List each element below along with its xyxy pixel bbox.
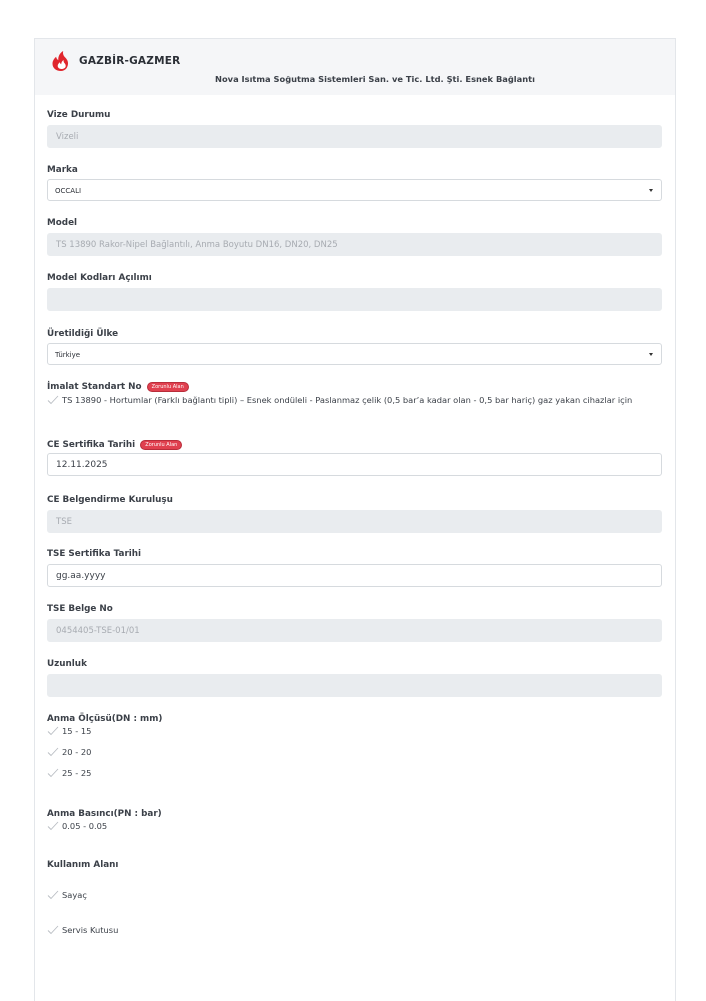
anma-olcu-option[interactable]: 25 - 25 bbox=[47, 768, 662, 779]
imalat-field: İmalat Standart No Zorunlu Alan TS 13890… bbox=[47, 382, 662, 406]
chevron-down-icon bbox=[649, 353, 653, 356]
tse-tarih-label: TSE Sertifika Tarihi bbox=[47, 549, 142, 559]
anma-basinc-option-label: 0.05 - 0.05 bbox=[62, 821, 108, 831]
ulke-field: Üretildiği Ülke Türkiye bbox=[47, 329, 662, 365]
form-panel: GAZBİR-GAZMER Nova Isıtma Soğutma Sistem… bbox=[34, 38, 676, 1001]
chevron-down-icon bbox=[649, 189, 653, 192]
kullanim-option-label: Sayaç bbox=[62, 890, 87, 900]
ulke-label: Üretildiği Ülke bbox=[47, 329, 119, 339]
anma-olcu-label: Anma Ölçüsü(DN : mm) bbox=[47, 714, 163, 724]
imalat-option-label: TS 13890 - Hortumlar (Farklı bağlantı ti… bbox=[62, 395, 633, 405]
check-icon bbox=[47, 726, 59, 736]
marka-select[interactable]: OCCALI bbox=[47, 179, 662, 201]
check-icon bbox=[47, 821, 59, 831]
anma-olcu-option-label: 20 - 20 bbox=[62, 747, 92, 757]
anma-olcu-option[interactable]: 15 - 15 bbox=[47, 726, 662, 737]
uzunluk-input bbox=[47, 674, 662, 697]
tse-tarih-input[interactable]: gg.aa.yyyy bbox=[47, 564, 662, 587]
tse-no-field: TSE Belge No 0454405-TSE-01/01 bbox=[47, 604, 662, 642]
ce-tarih-field: CE Sertifika Tarihi Zorunlu Alan 12.11.2… bbox=[47, 440, 662, 476]
form-header: GAZBİR-GAZMER Nova Isıtma Soğutma Sistem… bbox=[35, 39, 675, 95]
ulke-select[interactable]: Türkiye bbox=[47, 343, 662, 365]
flame-icon bbox=[52, 51, 68, 71]
tse-no-input: 0454405-TSE-01/01 bbox=[47, 619, 662, 642]
check-icon bbox=[47, 747, 59, 757]
ulke-selected-value: Türkiye bbox=[55, 351, 81, 359]
marka-selected-value: OCCALI bbox=[55, 187, 82, 195]
ce-tarih-label: CE Sertifika Tarihi bbox=[47, 440, 136, 450]
model-kod-label: Model Kodları Açılımı bbox=[47, 273, 152, 283]
uzunluk-field: Uzunluk bbox=[47, 659, 662, 697]
kullanim-label: Kullanım Alanı bbox=[47, 860, 119, 870]
model-field: Model TS 13890 Rakor-Nipel Bağlantılı, A… bbox=[47, 218, 662, 256]
model-kod-input bbox=[47, 288, 662, 311]
check-icon bbox=[47, 768, 59, 778]
brand-name: GAZBİR-GAZMER bbox=[79, 55, 181, 67]
uzunluk-label: Uzunluk bbox=[47, 659, 87, 669]
marka-field: Marka OCCALI bbox=[47, 165, 662, 201]
kullanim-field: Kullanım Alanı Sayaç Servis Kutusu bbox=[47, 860, 662, 936]
anma-basinc-option[interactable]: 0.05 - 0.05 bbox=[47, 821, 662, 832]
anma-olcu-option-label: 15 - 15 bbox=[62, 726, 92, 736]
kullanim-option[interactable]: Sayaç bbox=[47, 890, 662, 901]
tse-no-label: TSE Belge No bbox=[47, 604, 113, 614]
required-badge: Zorunlu Alan bbox=[146, 382, 189, 392]
model-kod-field: Model Kodları Açılımı bbox=[47, 273, 662, 311]
tse-tarih-field: TSE Sertifika Tarihi gg.aa.yyyy bbox=[47, 549, 662, 587]
anma-basinc-field: Anma Basıncı(PN : bar) 0.05 - 0.05 bbox=[47, 809, 662, 832]
imalat-option[interactable]: TS 13890 - Hortumlar (Farklı bağlantı ti… bbox=[47, 395, 662, 406]
ce-kurulus-input: TSE bbox=[47, 510, 662, 533]
anma-olcu-option[interactable]: 20 - 20 bbox=[47, 747, 662, 758]
vize-label: Vize Durumu bbox=[47, 110, 111, 120]
ce-kurulus-field: CE Belgendirme Kuruluşu TSE bbox=[47, 495, 662, 533]
anma-basinc-label: Anma Basıncı(PN : bar) bbox=[47, 809, 162, 819]
kullanim-option-label: Servis Kutusu bbox=[62, 925, 119, 935]
check-icon bbox=[47, 395, 59, 405]
kullanim-option[interactable]: Servis Kutusu bbox=[47, 925, 662, 936]
ce-kurulus-label: CE Belgendirme Kuruluşu bbox=[47, 495, 173, 505]
anma-olcu-field: Anma Ölçüsü(DN : mm) 15 - 15 20 - 20 25 … bbox=[47, 714, 662, 779]
vize-input: Vizeli bbox=[47, 125, 662, 148]
vize-field: Vize Durumu Vizeli bbox=[47, 110, 662, 148]
model-input: TS 13890 Rakor-Nipel Bağlantılı, Anma Bo… bbox=[47, 233, 662, 256]
required-badge: Zorunlu Alan bbox=[140, 440, 183, 450]
marka-label: Marka bbox=[47, 165, 78, 175]
brand-logo: GAZBİR-GAZMER bbox=[49, 50, 180, 72]
imalat-label: İmalat Standart No bbox=[47, 382, 142, 392]
page-title: Nova Isıtma Soğutma Sistemleri San. ve T… bbox=[215, 74, 535, 84]
check-icon bbox=[47, 890, 59, 900]
model-label: Model bbox=[47, 218, 78, 228]
ce-tarih-input[interactable]: 12.11.2025 bbox=[47, 453, 662, 476]
anma-olcu-option-label: 25 - 25 bbox=[62, 768, 92, 778]
check-icon bbox=[47, 925, 59, 935]
